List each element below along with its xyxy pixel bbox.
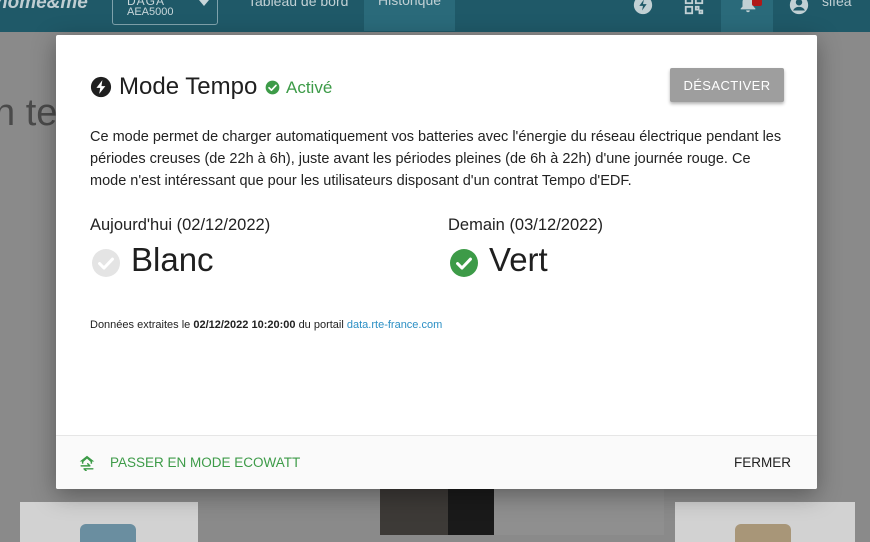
help-icon[interactable] [632,0,654,16]
today-heading: Aujourd'hui (02/12/2022) [90,216,271,234]
nav-dashboard[interactable]: Tableau de bord [248,0,348,9]
background-card [20,502,198,542]
ecowatt-label: PASSER EN MODE ECOWATT [110,455,301,470]
account-circle-icon[interactable] [788,0,810,16]
extraction-datetime: 02/12/2022 10:20:00 [193,319,296,331]
background-card [675,502,855,542]
today-tempo-color: Aujourd'hui (02/12/2022) Blanc [90,216,270,281]
dialog-footer: PASSER EN MODE ECOWATT FERMER [56,435,817,489]
close-button[interactable]: FERMER [734,455,791,470]
check-circle-icon [265,80,280,95]
app-logo[interactable]: home&me [0,0,88,14]
notification-badge [752,0,762,6]
lightning-bolt-icon [90,76,112,98]
background-image [494,488,664,535]
user-name[interactable]: sifea [822,0,852,9]
check-circle-green-icon [450,249,478,277]
tomorrow-color-label: Vert [489,241,548,278]
status-label: Activé [286,78,333,97]
qr-code-icon[interactable] [683,0,705,16]
deactivate-button[interactable]: DÉSACTIVER [670,68,784,102]
top-app-bar: home&me DAGA AEA5000 Tableau de bord His… [0,0,870,32]
nav-history[interactable]: Historique [364,0,456,31]
chevron-down-icon [199,0,209,6]
house-swap-icon [79,455,95,471]
background-image [448,488,494,535]
device-selector[interactable]: DAGA AEA5000 [112,0,218,25]
dialog-title: Mode Tempo [119,73,258,100]
notifications-button[interactable] [721,0,773,32]
tomorrow-heading: Demain (03/12/2022) [448,216,604,234]
check-circle-grey-icon [92,249,120,277]
mode-description: Ce mode permet de charger automatiquemen… [90,129,782,189]
device-id: AEA5000 [127,6,174,18]
tempo-mode-dialog: Mode Tempo Activé DÉSACTIVER Ce mode per… [56,35,817,489]
today-color-label: Blanc [131,241,214,278]
rte-portal-link[interactable]: data.rte-france.com [347,319,442,331]
tomorrow-tempo-color: Demain (03/12/2022) Vert [448,216,603,281]
data-source-note: Données extraites le 02/12/2022 10:20:00… [90,319,443,331]
